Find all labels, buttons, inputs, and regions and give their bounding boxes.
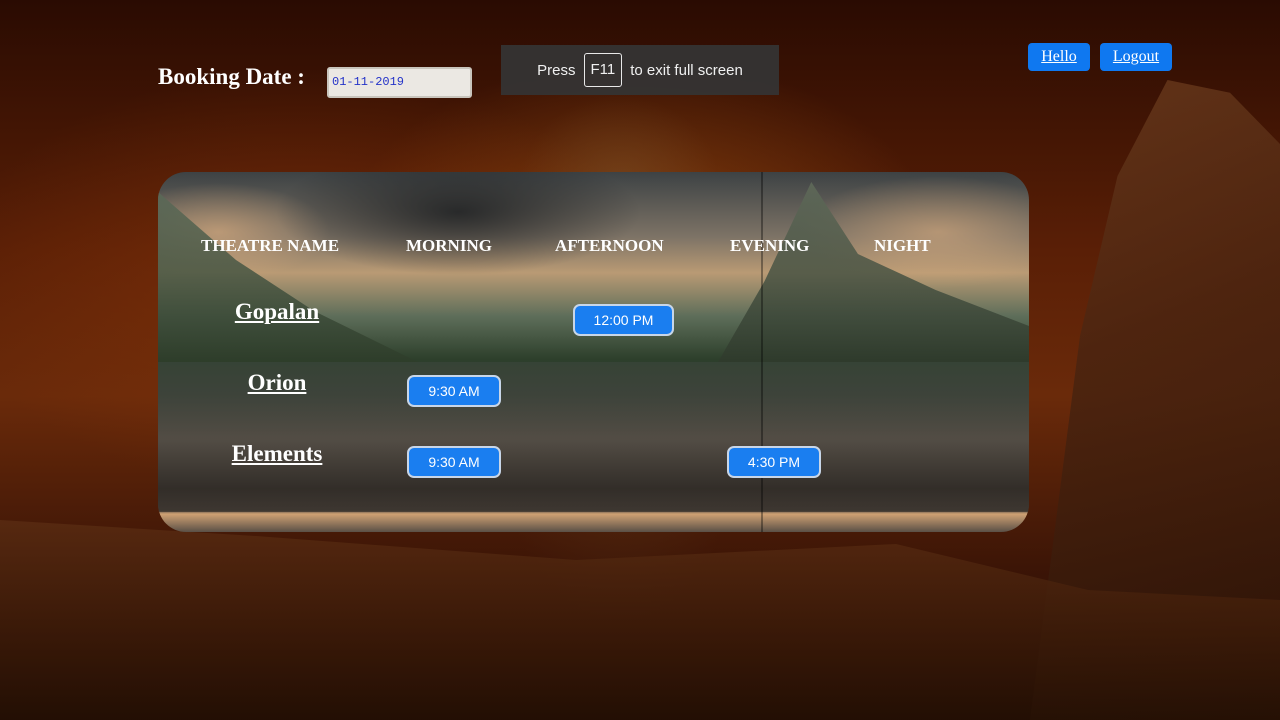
theatre-link-gopalan[interactable]: Gopalan: [235, 299, 319, 325]
theatre-link-orion[interactable]: Orion: [248, 370, 307, 396]
column-header-morning: MORNING: [406, 236, 492, 255]
fullscreen-notice: Press F11 to exit full screen: [501, 45, 779, 95]
fullscreen-notice-suffix: to exit full screen: [630, 61, 743, 79]
f11-key: F11: [583, 53, 623, 87]
card-background-seam: [761, 172, 763, 532]
booking-date-input[interactable]: 01-11-2019: [327, 67, 472, 98]
booking-date-label: Booking Date :: [158, 64, 305, 89]
showtime-button-elements-morning[interactable]: 9:30 AM: [407, 446, 501, 478]
theatre-link-elements[interactable]: Elements: [232, 441, 323, 467]
showtime-button-elements-evening[interactable]: 4:30 PM: [727, 446, 821, 478]
column-header-evening: EVENING: [730, 236, 810, 255]
fullscreen-notice-prefix: Press: [537, 61, 576, 79]
column-header-theatre-name: THEATRE NAME: [201, 236, 340, 255]
logout-button[interactable]: Logout: [1100, 43, 1172, 71]
column-header-afternoon: AFTERNOON: [555, 236, 664, 255]
showtime-button-gopalan-afternoon[interactable]: 12:00 PM: [573, 304, 674, 336]
showtime-button-orion-morning[interactable]: 9:30 AM: [407, 375, 501, 407]
column-header-night: NIGHT: [874, 236, 931, 255]
hello-button[interactable]: Hello: [1028, 43, 1090, 71]
schedule-card: [158, 172, 1029, 532]
